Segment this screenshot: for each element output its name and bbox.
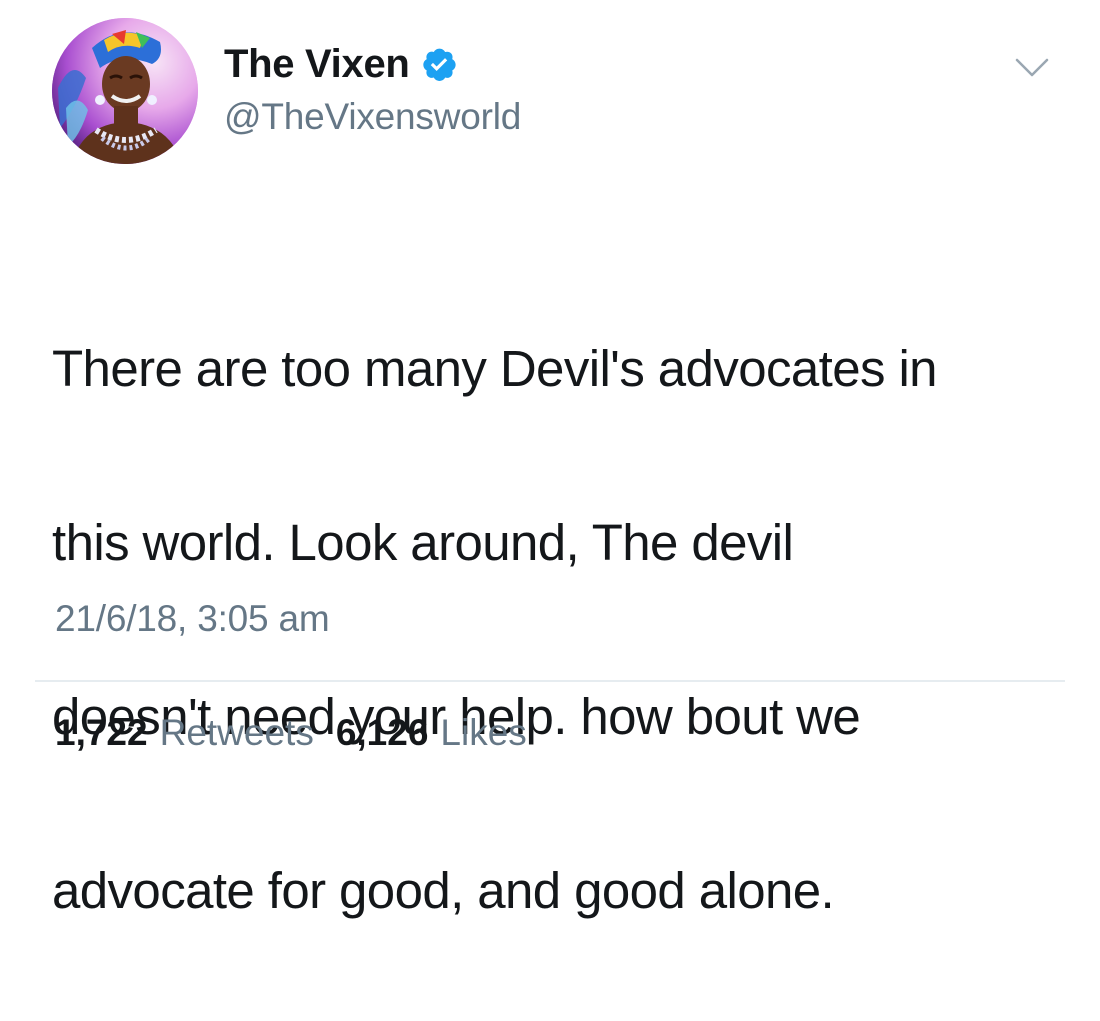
retweets-count: 1,722: [55, 712, 148, 753]
tweet-text-line: advocate for good, and good alone.: [52, 862, 835, 919]
chevron-down-icon[interactable]: [1014, 56, 1050, 80]
display-name[interactable]: The Vixen: [224, 42, 410, 87]
retweets-label: Retweets: [159, 712, 314, 753]
tweet-timestamp[interactable]: 21/6/18, 3:05 am: [55, 598, 330, 640]
retweets-stat[interactable]: 1,722 Retweets: [55, 712, 314, 754]
avatar-image: [52, 18, 198, 164]
author-info: The Vixen @TheVixensworld: [224, 38, 521, 138]
tweet-text-line: There are too many Devil's advocates in: [52, 340, 938, 397]
verified-badge-icon: [420, 45, 458, 83]
likes-stat[interactable]: 6,126 Likes: [336, 712, 527, 754]
tweet-text-line: this world. Look around, The devil: [52, 514, 794, 571]
tweet-stats: 1,722 Retweets 6,126 Likes: [55, 712, 527, 754]
name-row: The Vixen: [224, 38, 521, 90]
likes-label: Likes: [440, 712, 527, 753]
avatar[interactable]: [52, 18, 198, 164]
likes-count: 6,126: [335, 712, 429, 753]
handle[interactable]: @TheVixensworld: [224, 96, 521, 138]
tweet-card: The Vixen @TheVixensworld There are too …: [0, 0, 1100, 919]
divider: [35, 680, 1065, 682]
